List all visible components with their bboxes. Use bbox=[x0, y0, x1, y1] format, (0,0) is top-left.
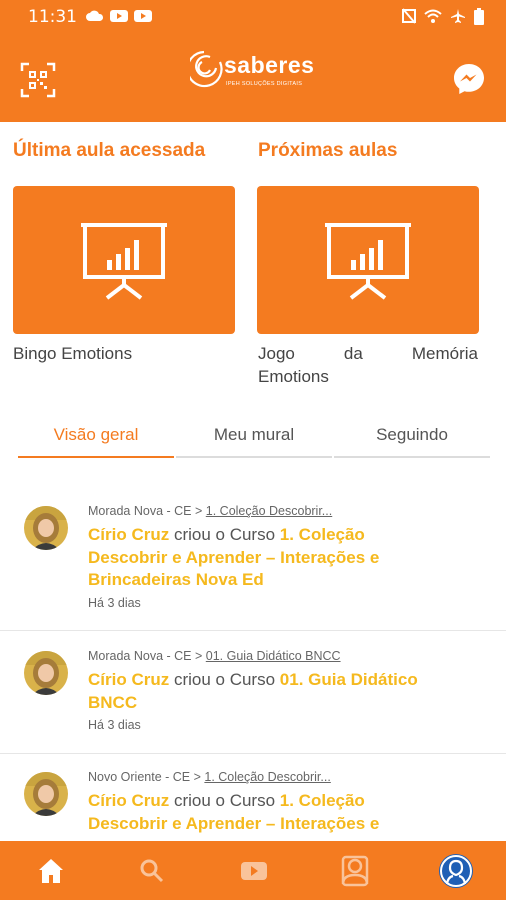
feed-action: criou o Curso bbox=[169, 791, 280, 810]
youtube-icon bbox=[134, 10, 152, 22]
feed-action: criou o Curso bbox=[169, 525, 280, 544]
feed-time: Há 3 dias bbox=[88, 718, 141, 732]
feed-meta: Morada Nova - CE > 1. Coleção Descobrir.… bbox=[88, 504, 332, 518]
next-lesson-label[interactable]: Jogo da Memória bbox=[258, 344, 478, 364]
tab-visao-geral[interactable]: Visão geral bbox=[18, 418, 174, 458]
bottom-navigation bbox=[0, 841, 506, 900]
last-lesson-title: Última aula acessada bbox=[13, 140, 206, 161]
feed-meta: Morada Nova - CE > 01. Guia Didático BNC… bbox=[88, 649, 341, 663]
last-lesson-card[interactable] bbox=[13, 186, 235, 334]
last-lesson-label[interactable]: Bingo Emotions bbox=[13, 344, 132, 364]
feed-headline: Círio Cruz criou o Curso 1. Coleção Desc… bbox=[88, 790, 418, 835]
feed-headline: Círio Cruz criou o Curso 1. Coleção Desc… bbox=[88, 524, 418, 592]
search-icon[interactable] bbox=[134, 853, 170, 889]
avatar[interactable] bbox=[24, 506, 68, 550]
battery-icon bbox=[474, 8, 484, 25]
qr-code-icon[interactable] bbox=[20, 62, 56, 98]
feed-action: criou o Curso bbox=[169, 670, 280, 689]
feed-location: Morada Nova - CE > bbox=[88, 649, 203, 663]
logo-subtext: IPEH SOLUÇÕES DIGITAIS bbox=[226, 81, 303, 87]
wifi-icon bbox=[424, 9, 442, 23]
logo-text: saberes bbox=[224, 52, 315, 78]
tab-meu-mural[interactable]: Meu mural bbox=[176, 418, 332, 458]
youtube-icon bbox=[110, 10, 128, 22]
next-lesson-label-word: Memória bbox=[411, 344, 478, 363]
feed-author[interactable]: Círio Cruz bbox=[88, 525, 169, 544]
feed-item[interactable]: Novo Oriente - CE > 1. Coleção Descobrir… bbox=[0, 754, 506, 844]
nfc-icon bbox=[402, 8, 416, 24]
app-header: saberes IPEH SOLUÇÕES DIGITAIS bbox=[0, 34, 506, 122]
presentation-chart-icon bbox=[325, 223, 411, 300]
feed-item[interactable]: Morada Nova - CE > 1. Coleção Descobrir.… bbox=[0, 488, 506, 631]
feed-course-link[interactable]: 1. Coleção Descobrir... bbox=[206, 504, 332, 518]
feed-item[interactable]: Morada Nova - CE > 01. Guia Didático BNC… bbox=[0, 631, 506, 754]
messenger-icon[interactable] bbox=[452, 62, 486, 96]
next-lesson-label-word: da bbox=[343, 344, 363, 363]
feed-author[interactable]: Círio Cruz bbox=[88, 670, 169, 689]
profile-icon[interactable] bbox=[438, 853, 474, 889]
feed-location: Novo Oriente - CE > bbox=[88, 770, 201, 784]
avatar[interactable] bbox=[24, 651, 68, 695]
avatar[interactable] bbox=[24, 772, 68, 816]
status-bar: 11:31 bbox=[0, 0, 506, 34]
feed-tabs: Visão geral Meu mural Seguindo bbox=[18, 418, 490, 458]
feed-location: Morada Nova - CE > bbox=[88, 504, 203, 518]
presentation-chart-icon bbox=[81, 223, 167, 300]
airplane-icon bbox=[451, 9, 465, 23]
feed-headline: Círio Cruz criou o Curso 01. Guia Didáti… bbox=[88, 669, 418, 714]
video-icon[interactable] bbox=[236, 853, 272, 889]
next-lessons-title: Próximas aulas bbox=[258, 140, 398, 161]
tab-seguindo[interactable]: Seguindo bbox=[334, 418, 490, 458]
contacts-icon[interactable] bbox=[337, 853, 373, 889]
next-lesson-label-line2[interactable]: Emotions bbox=[258, 367, 329, 387]
feed-author[interactable]: Círio Cruz bbox=[88, 791, 169, 810]
feed-time: Há 3 dias bbox=[88, 596, 141, 610]
home-icon[interactable] bbox=[33, 853, 69, 889]
feed-course-link[interactable]: 01. Guia Didático BNCC bbox=[206, 649, 341, 663]
next-lesson-label-word: Jogo bbox=[258, 344, 295, 363]
feed-meta: Novo Oriente - CE > 1. Coleção Descobrir… bbox=[88, 770, 331, 784]
next-lesson-card[interactable] bbox=[257, 186, 479, 334]
feed-course-link[interactable]: 1. Coleção Descobrir... bbox=[204, 770, 330, 784]
cloud-icon bbox=[86, 10, 104, 21]
status-time: 11:31 bbox=[28, 7, 77, 27]
